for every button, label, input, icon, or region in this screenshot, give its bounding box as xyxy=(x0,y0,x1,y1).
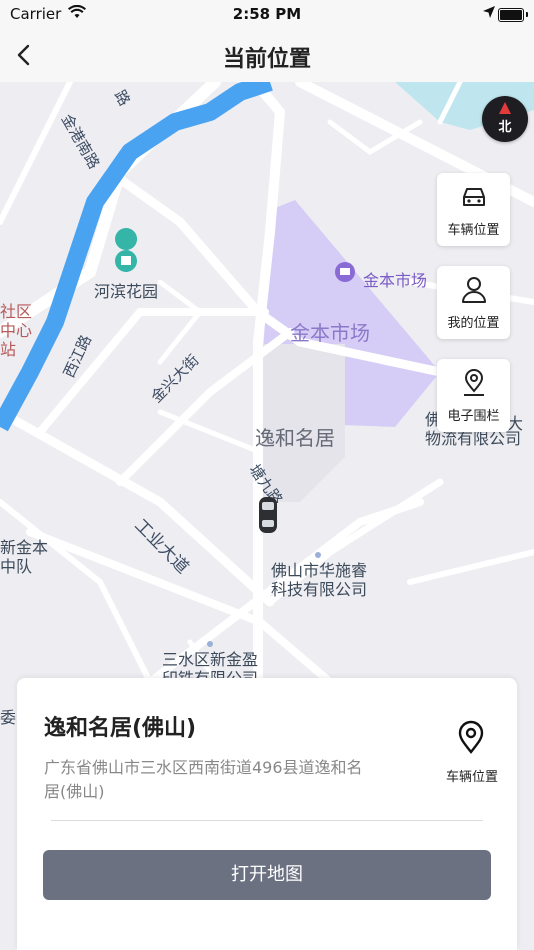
status-time: 2:58 PM xyxy=(232,5,302,23)
market-poi-icon xyxy=(340,268,350,275)
map-label-huashirui: 佛山市华施睿 科技有限公司 xyxy=(271,561,368,599)
poi-dot xyxy=(315,552,321,558)
map-label-xinjinben: 新金本 中队 xyxy=(0,538,49,576)
status-bar: Carrier 2:58 PM xyxy=(0,0,534,28)
vehicle-location-label: 车辆位置 xyxy=(447,223,500,238)
geofence-button[interactable]: 电子围栏 xyxy=(437,359,510,432)
car-top-icon xyxy=(259,497,277,533)
card-vehicle-location-button[interactable]: 车辆位置 xyxy=(427,720,507,790)
geofence-icon xyxy=(464,369,484,396)
navigation-bar: 当前位置 xyxy=(0,28,534,82)
map-pin-icon xyxy=(458,720,484,754)
map-label-community-center: 社区 中心 站 xyxy=(0,302,33,359)
compass-north-label: 北 xyxy=(498,120,512,135)
compass-needle-icon xyxy=(499,102,511,114)
divider xyxy=(51,820,483,821)
map-label-yihe-mingju: 逸和名居 xyxy=(255,426,335,450)
place-name: 逸和名居(佛山) xyxy=(44,716,197,741)
user-icon xyxy=(462,277,486,303)
card-vehicle-location-label: 车辆位置 xyxy=(445,770,498,785)
location-card: 逸和名居(佛山) 广东省佛山市三水区西南街道496县道逸和名居(佛山) 车辆位置… xyxy=(17,678,517,950)
garden-poi-icon xyxy=(115,228,138,250)
place-address: 广东省佛山市三水区西南街道496县道逸和名居(佛山) xyxy=(44,758,363,801)
compass-button[interactable]: 北 xyxy=(482,96,528,142)
garden-poi-icon xyxy=(121,256,131,265)
battery-icon xyxy=(498,8,528,22)
map-label-market-poi: 金本市场 xyxy=(363,271,428,290)
vehicle-marker[interactable] xyxy=(257,496,279,534)
poi-dot xyxy=(207,641,213,647)
page-title: 当前位置 xyxy=(222,47,311,72)
geofence-label: 电子围栏 xyxy=(447,409,500,424)
map-label-hebin-garden: 河滨花园 xyxy=(94,282,159,301)
my-location-label: 我的位置 xyxy=(447,316,500,331)
car-icon xyxy=(463,188,485,206)
location-arrow-icon xyxy=(482,5,496,23)
my-location-button[interactable]: 我的位置 xyxy=(437,266,510,339)
open-map-button[interactable]: 打开地图 xyxy=(43,850,491,900)
vehicle-location-button[interactable]: 车辆位置 xyxy=(437,173,510,246)
map-label-market-area: 金本市场 xyxy=(290,321,370,345)
